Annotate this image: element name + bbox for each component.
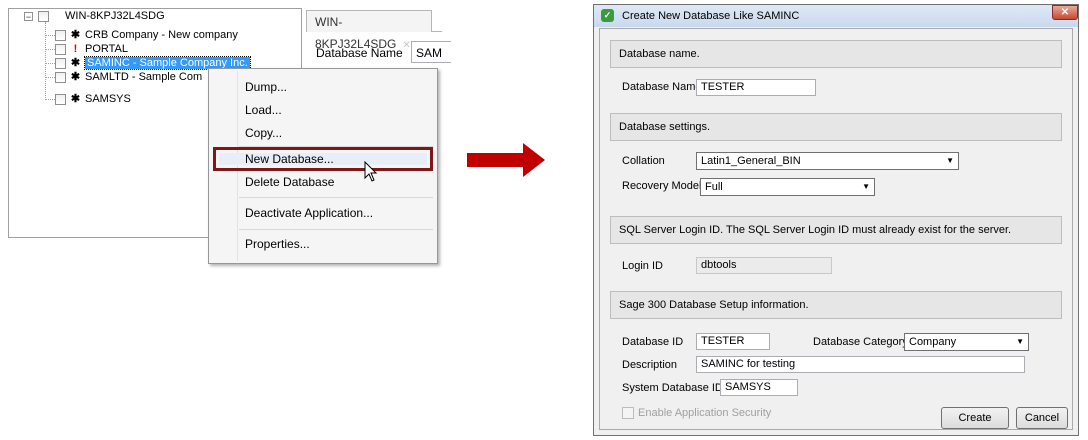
gear-icon: ✱: [70, 57, 81, 70]
checkbox[interactable]: [55, 43, 66, 55]
cancel-button[interactable]: Cancel: [1016, 407, 1068, 429]
tree-item[interactable]: ✱ SAMSYS: [55, 92, 131, 106]
gear-icon: ✱: [70, 29, 81, 42]
checkbox[interactable]: [55, 71, 66, 83]
database-id-input[interactable]: TESTER: [696, 333, 770, 350]
menu-item-copy[interactable]: Copy...: [245, 124, 282, 142]
menu-item-delete-database[interactable]: Delete Database: [245, 173, 334, 191]
dialog-title: Create New Database Like SAMINC: [622, 10, 800, 22]
menu-item-properties[interactable]: Properties...: [245, 235, 310, 253]
tree-connector: [45, 22, 46, 100]
database-category-select[interactable]: Company ▼: [904, 333, 1029, 351]
tree-connector: [45, 35, 55, 36]
checkbox[interactable]: [38, 10, 49, 22]
section-database-name: Database name.: [610, 40, 1062, 68]
mouse-cursor-icon: [364, 161, 378, 182]
server-name: WIN-8KPJ32L4SDG: [65, 10, 165, 22]
menu-item-deactivate-application[interactable]: Deactivate Application...: [245, 204, 373, 222]
recovery-model-select[interactable]: Full ▼: [700, 178, 875, 196]
description-input[interactable]: SAMINC for testing: [696, 356, 1025, 373]
section-setup: Sage 300 Database Setup information.: [610, 291, 1062, 319]
tree-item[interactable]: ✱ SAMLTD - Sample Com: [55, 70, 202, 84]
database-id-label: Database ID: [622, 336, 684, 348]
collapse-toggle[interactable]: −: [24, 12, 33, 22]
menu-item-load[interactable]: Load...: [245, 101, 282, 119]
system-database-id-label: System Database ID: [622, 382, 723, 394]
enable-security-checkbox[interactable]: [622, 407, 634, 419]
menu-item-dump[interactable]: Dump...: [245, 78, 287, 96]
system-database-id-input[interactable]: SAMSYS: [720, 379, 798, 396]
menu-separator: [239, 229, 433, 230]
tree-root[interactable]: WIN-8KPJ32L4SDG: [38, 9, 165, 23]
section-login: SQL Server Login ID. The SQL Server Logi…: [610, 216, 1062, 244]
tab-server[interactable]: WIN-8KPJ32L4SDG ✕: [306, 10, 432, 51]
gear-icon: ✱: [70, 71, 81, 84]
recovery-model-label: Recovery Model: [622, 180, 702, 192]
section-database-settings: Database settings.: [610, 113, 1062, 141]
database-category-label: Database Category: [813, 336, 908, 348]
checkbox[interactable]: [55, 57, 66, 69]
database-name-label: Database Name: [316, 46, 403, 60]
context-menu: Dump... Load... Copy... New Database... …: [208, 68, 438, 264]
app-icon: ✓: [601, 9, 614, 22]
tree-connector: [45, 49, 55, 50]
collation-label: Collation: [622, 155, 665, 167]
close-button[interactable]: ✕: [1052, 5, 1078, 20]
database-name-value[interactable]: SAM: [411, 41, 451, 63]
menu-item-new-database[interactable]: New Database...: [245, 150, 334, 168]
tree-connector: [45, 99, 55, 100]
exclamation-icon: !: [73, 43, 78, 55]
create-button[interactable]: Create: [941, 407, 1009, 429]
enable-security-label: Enable Application Security: [638, 407, 772, 419]
close-icon[interactable]: ✕: [402, 40, 410, 51]
database-name-input[interactable]: TESTER: [696, 79, 816, 96]
tree-connector: [45, 63, 55, 64]
description-label: Description: [622, 359, 678, 371]
tree-item[interactable]: ✱ CRB Company - New company: [55, 28, 238, 42]
gear-icon: ✱: [70, 93, 81, 106]
login-id-field: dbtools: [696, 257, 832, 274]
right-arrow-icon: [467, 143, 545, 177]
tree-connector: [45, 77, 55, 78]
tree-item[interactable]: ! PORTAL: [55, 42, 128, 56]
checkbox[interactable]: [55, 29, 66, 41]
database-name-label: Database Name: [622, 81, 702, 93]
dropdown-arrow-icon: ▼: [1016, 337, 1024, 346]
collation-select[interactable]: Latin1_General_BIN ▼: [696, 152, 959, 170]
login-id-label: Login ID: [622, 260, 663, 272]
dropdown-arrow-icon: ▼: [862, 182, 870, 191]
checkbox[interactable]: [55, 93, 66, 105]
menu-separator: [239, 197, 433, 198]
dropdown-arrow-icon: ▼: [946, 156, 954, 165]
